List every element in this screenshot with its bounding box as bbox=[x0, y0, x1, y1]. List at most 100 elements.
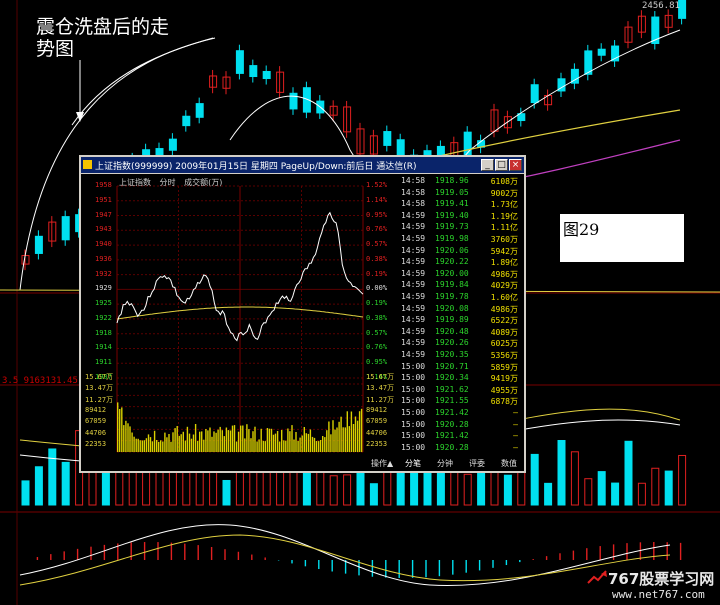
tick-row: 15:00 1920.28 — bbox=[397, 420, 524, 432]
percent-axis-label: 0.95% bbox=[366, 210, 388, 219]
volume-bar bbox=[305, 433, 307, 452]
tick-list[interactable]: 14:58 1918.96 6108万 14:58 1919.05 9002万 14:58 1… bbox=[397, 174, 524, 453]
volume-bar bbox=[240, 425, 242, 452]
price-axis-label: 1943 bbox=[95, 225, 112, 234]
tick-row: 14:59 1919.73 1.11亿 bbox=[397, 222, 524, 234]
volume-bar bbox=[584, 478, 593, 506]
candle bbox=[530, 84, 539, 104]
volume-bar bbox=[358, 411, 361, 452]
mode-label: 分时 bbox=[159, 178, 176, 187]
tab-4[interactable]: 数值 bbox=[501, 458, 517, 469]
volume-bar bbox=[117, 402, 119, 452]
volume-bar bbox=[278, 441, 281, 452]
volume-bar bbox=[244, 438, 246, 452]
tick-price: 1920.00 bbox=[435, 268, 469, 278]
tick-row: 14:58 1919.41 1.73亿 bbox=[397, 199, 524, 211]
volume-axis-label: 15.67万 bbox=[85, 373, 114, 381]
tick-time: 14:58 bbox=[401, 176, 426, 185]
volume-bar bbox=[311, 436, 314, 452]
logo-brand: 767股票学习网 bbox=[608, 570, 715, 588]
maximize-button[interactable]: □ bbox=[495, 159, 508, 171]
volume-bar bbox=[231, 425, 234, 452]
volume-bar bbox=[194, 424, 197, 452]
volume-bar bbox=[297, 441, 299, 452]
volume-bar bbox=[678, 454, 687, 506]
volume-bar bbox=[597, 471, 606, 506]
candle bbox=[235, 50, 244, 74]
tick-time: 14:59 bbox=[401, 222, 426, 232]
percent-axis-label: 0.00% bbox=[366, 284, 388, 293]
screenshot: 震仓洗盘后的走 势图 2456.81 3.5 9163131.45 图29 76… bbox=[0, 0, 720, 605]
price-axis-label: 1940 bbox=[95, 240, 112, 249]
volume-bar bbox=[248, 429, 250, 452]
volume-bar bbox=[344, 427, 346, 452]
tick-row: 15:00 1921.42 — bbox=[397, 431, 524, 443]
close-button[interactable]: × bbox=[509, 159, 522, 171]
tick-volume: 6522万 bbox=[490, 316, 518, 326]
popup-titlebar[interactable]: 上证指数(999999) 2009年01月15日 星期四 PageUp/Down… bbox=[81, 157, 524, 173]
volume-bar bbox=[338, 421, 340, 452]
chart-header: 上证指数 分时 成交额(万) bbox=[119, 177, 228, 188]
tab-1[interactable]: 分笔 bbox=[405, 458, 421, 469]
volume-bar bbox=[369, 483, 378, 506]
volume-bar bbox=[227, 430, 230, 452]
volume-bar bbox=[354, 416, 357, 452]
tick-volume: 4955万 bbox=[490, 385, 518, 395]
tick-price: 1920.28 bbox=[435, 419, 469, 429]
volume-axis-label: 22353 bbox=[85, 440, 107, 448]
volume-bar bbox=[330, 434, 332, 452]
candle bbox=[249, 65, 258, 78]
volume-bar bbox=[221, 430, 223, 452]
volume-axis-label: 13.47万 bbox=[366, 384, 395, 393]
volume-bar bbox=[315, 441, 318, 452]
tick-volume: — bbox=[513, 431, 518, 441]
tick-time: 14:59 bbox=[401, 292, 426, 301]
popup-client-area: 上证指数 分时 成交额(万) 1958 1951 1947 1943 1940 1936 1… bbox=[81, 174, 524, 471]
tab-3[interactable]: 评委 bbox=[469, 458, 485, 469]
volume-bar bbox=[517, 469, 526, 506]
minimize-button[interactable]: _ bbox=[481, 159, 494, 171]
tick-time: 15:00 bbox=[401, 361, 426, 371]
volume-bar bbox=[624, 440, 633, 506]
percent-axis-label: 0.19% bbox=[366, 299, 388, 308]
tick-time: 14:59 bbox=[401, 280, 426, 290]
volume-bar bbox=[237, 431, 240, 452]
tick-row: 15:00 1920.34 9419万 bbox=[397, 373, 524, 385]
volume-bar bbox=[199, 431, 201, 452]
tab-2[interactable]: 分钟 bbox=[437, 458, 453, 469]
tick-row: 14:59 1920.06 5942万 bbox=[397, 246, 524, 258]
tick-volume: 5942万 bbox=[490, 246, 518, 256]
volume-bar bbox=[123, 425, 125, 452]
volume-bar bbox=[303, 427, 305, 452]
tick-row: 14:59 1920.48 4089万 bbox=[397, 327, 524, 339]
volume-bar bbox=[309, 429, 312, 452]
intraday-popup-window[interactable]: 上证指数(999999) 2009年01月15日 星期四 PageUp/Down… bbox=[79, 155, 526, 473]
tick-row: 14:58 1919.05 9002万 bbox=[397, 188, 524, 200]
volume-axis-label: 15.67万 bbox=[366, 373, 395, 381]
tick-time: 14:59 bbox=[401, 257, 426, 267]
volume-bar bbox=[301, 435, 303, 452]
figure-tag: 图29 bbox=[560, 214, 684, 262]
percent-axis-label: 0.57% bbox=[366, 328, 388, 337]
volume-bar bbox=[250, 438, 252, 452]
tick-row: 14:59 1920.26 6025万 bbox=[397, 338, 524, 350]
candle bbox=[289, 92, 298, 110]
percent-axis-label: 0.57% bbox=[366, 240, 388, 249]
volume-bar bbox=[172, 432, 174, 452]
volume-bar bbox=[137, 438, 139, 452]
volume-bar bbox=[270, 428, 273, 452]
tick-time: 15:00 bbox=[401, 373, 426, 383]
tick-price: 1920.28 bbox=[435, 442, 469, 452]
volume-bar bbox=[295, 432, 297, 452]
tick-price: 1920.34 bbox=[435, 373, 469, 383]
percent-axis-label: 0.38% bbox=[366, 313, 388, 322]
tick-volume: 4986万 bbox=[490, 269, 518, 279]
volume-axis-label: 89412 bbox=[85, 406, 107, 414]
volume-bar bbox=[260, 428, 262, 452]
volume-bar bbox=[61, 461, 70, 506]
price-axis-label: 1951 bbox=[95, 195, 112, 204]
tab-0[interactable]: 操作▲ bbox=[371, 458, 393, 469]
tick-volume: 6108万 bbox=[490, 177, 518, 186]
volume-bar bbox=[313, 437, 316, 452]
tick-row: 14:59 1919.78 1.60亿 bbox=[397, 292, 524, 304]
